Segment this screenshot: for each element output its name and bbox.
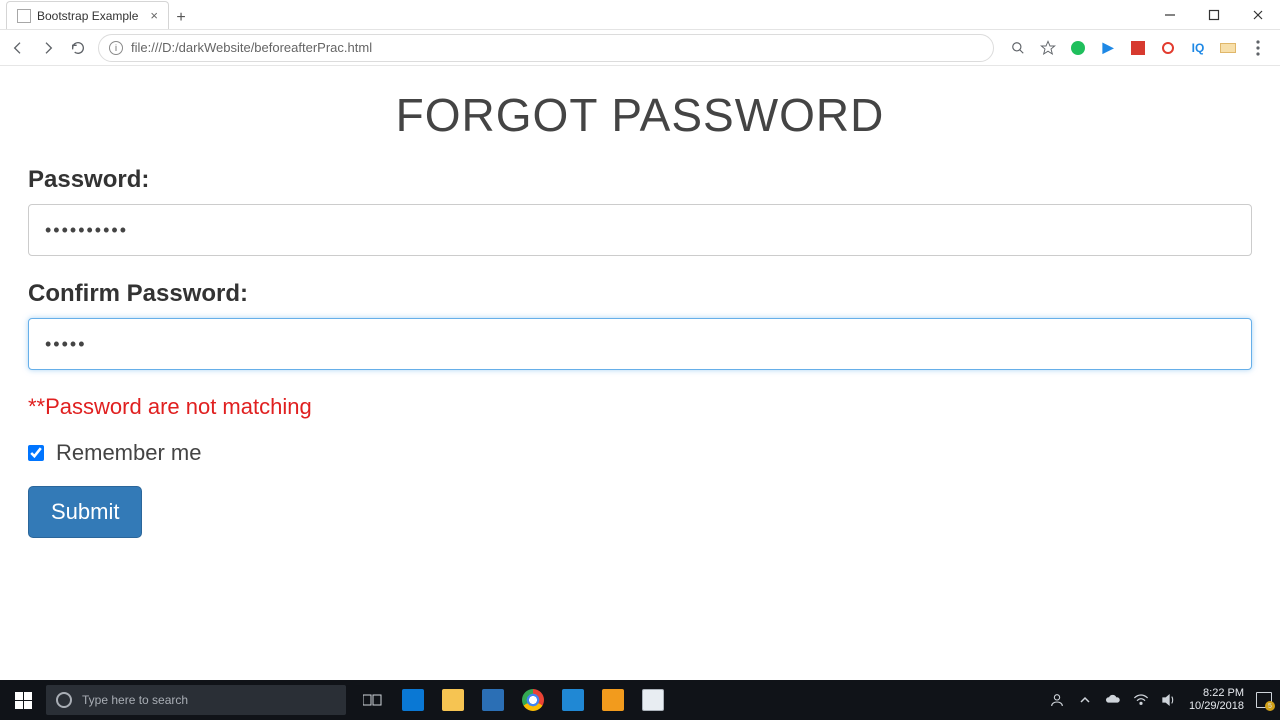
taskbar-app-store[interactable] <box>476 680 510 720</box>
taskbar-search[interactable]: Type here to search <box>46 685 346 715</box>
zoom-icon[interactable] <box>1010 40 1026 56</box>
taskbar-app-sublime[interactable] <box>596 680 630 720</box>
notification-badge: 5 <box>1265 701 1275 711</box>
cortana-icon <box>56 692 72 708</box>
clock-date: 10/29/2018 <box>1189 700 1244 713</box>
taskbar-app-chrome[interactable] <box>516 680 550 720</box>
browser-toolbar: i file:///D:/darkWebsite/beforeafterPrac… <box>0 30 1280 66</box>
taskbar-app-notepad[interactable] <box>636 680 670 720</box>
back-button[interactable] <box>8 38 28 58</box>
submit-button[interactable]: Submit <box>28 486 142 538</box>
tray-people-icon[interactable] <box>1049 692 1065 708</box>
minimize-window-button[interactable] <box>1148 1 1192 29</box>
browser-titlebar: Bootstrap Example × + <box>0 0 1280 30</box>
url-text: file:///D:/darkWebsite/beforeafterPrac.h… <box>131 40 372 55</box>
tab-title: Bootstrap Example <box>37 9 138 23</box>
toolbar-icons: ▶ IQ <box>1004 40 1272 56</box>
browser-tab[interactable]: Bootstrap Example × <box>6 1 169 29</box>
start-button[interactable] <box>0 680 46 720</box>
address-bar[interactable]: i file:///D:/darkWebsite/beforeafterPrac… <box>98 34 994 62</box>
password-label: Password: <box>28 166 1252 194</box>
extension-icon-1[interactable] <box>1070 40 1086 56</box>
clock-time: 8:22 PM <box>1189 687 1244 700</box>
taskbar-pinned-apps <box>356 680 670 720</box>
extension-icon-2[interactable]: ▶ <box>1100 40 1116 56</box>
file-icon <box>17 9 31 23</box>
tray-onedrive-icon[interactable] <box>1105 692 1121 708</box>
page-content: FORGOT PASSWORD Password: Confirm Passwo… <box>0 66 1280 680</box>
bookmark-star-icon[interactable] <box>1040 40 1056 56</box>
taskbar-search-placeholder: Type here to search <box>82 693 188 707</box>
remember-me-checkbox[interactable] <box>28 445 44 461</box>
tray-chevron-up-icon[interactable] <box>1077 692 1093 708</box>
remember-me-label: Remember me <box>56 440 201 466</box>
page-title: FORGOT PASSWORD <box>28 88 1252 142</box>
forward-button[interactable] <box>38 38 58 58</box>
extension-icon-5[interactable]: IQ <box>1190 40 1206 56</box>
confirm-password-label: Confirm Password: <box>28 280 1252 308</box>
system-tray: 8:22 PM 10/29/2018 5 <box>1049 687 1280 713</box>
forgot-password-form: Password: Confirm Password: **Password a… <box>28 166 1252 538</box>
windows-taskbar: Type here to search 8:22 PM 10/29/2018 5 <box>0 680 1280 720</box>
site-info-icon[interactable]: i <box>109 41 123 55</box>
extension-icon-3[interactable] <box>1130 40 1146 56</box>
windows-logo-icon <box>15 692 32 709</box>
taskbar-app-edge[interactable] <box>396 680 430 720</box>
maximize-window-button[interactable] <box>1192 1 1236 29</box>
close-tab-icon[interactable]: × <box>150 8 158 23</box>
taskbar-app-explorer[interactable] <box>436 680 470 720</box>
tray-volume-icon[interactable] <box>1161 692 1177 708</box>
validation-error: **Password are not matching <box>28 394 1252 420</box>
remember-me-row[interactable]: Remember me <box>28 440 1252 466</box>
taskbar-app-vscode[interactable] <box>556 680 590 720</box>
new-tab-button[interactable]: + <box>169 7 193 29</box>
confirm-password-input[interactable] <box>28 318 1252 370</box>
extension-icon-4[interactable] <box>1160 40 1176 56</box>
browser-menu-icon[interactable] <box>1250 40 1266 56</box>
password-input[interactable] <box>28 204 1252 256</box>
taskbar-clock[interactable]: 8:22 PM 10/29/2018 <box>1189 687 1244 713</box>
task-view-icon[interactable] <box>356 680 390 720</box>
tray-wifi-icon[interactable] <box>1133 692 1149 708</box>
notifications-icon[interactable]: 5 <box>1256 692 1272 708</box>
close-window-button[interactable] <box>1236 1 1280 29</box>
reload-button[interactable] <box>68 38 88 58</box>
extension-icon-6[interactable] <box>1220 40 1236 56</box>
